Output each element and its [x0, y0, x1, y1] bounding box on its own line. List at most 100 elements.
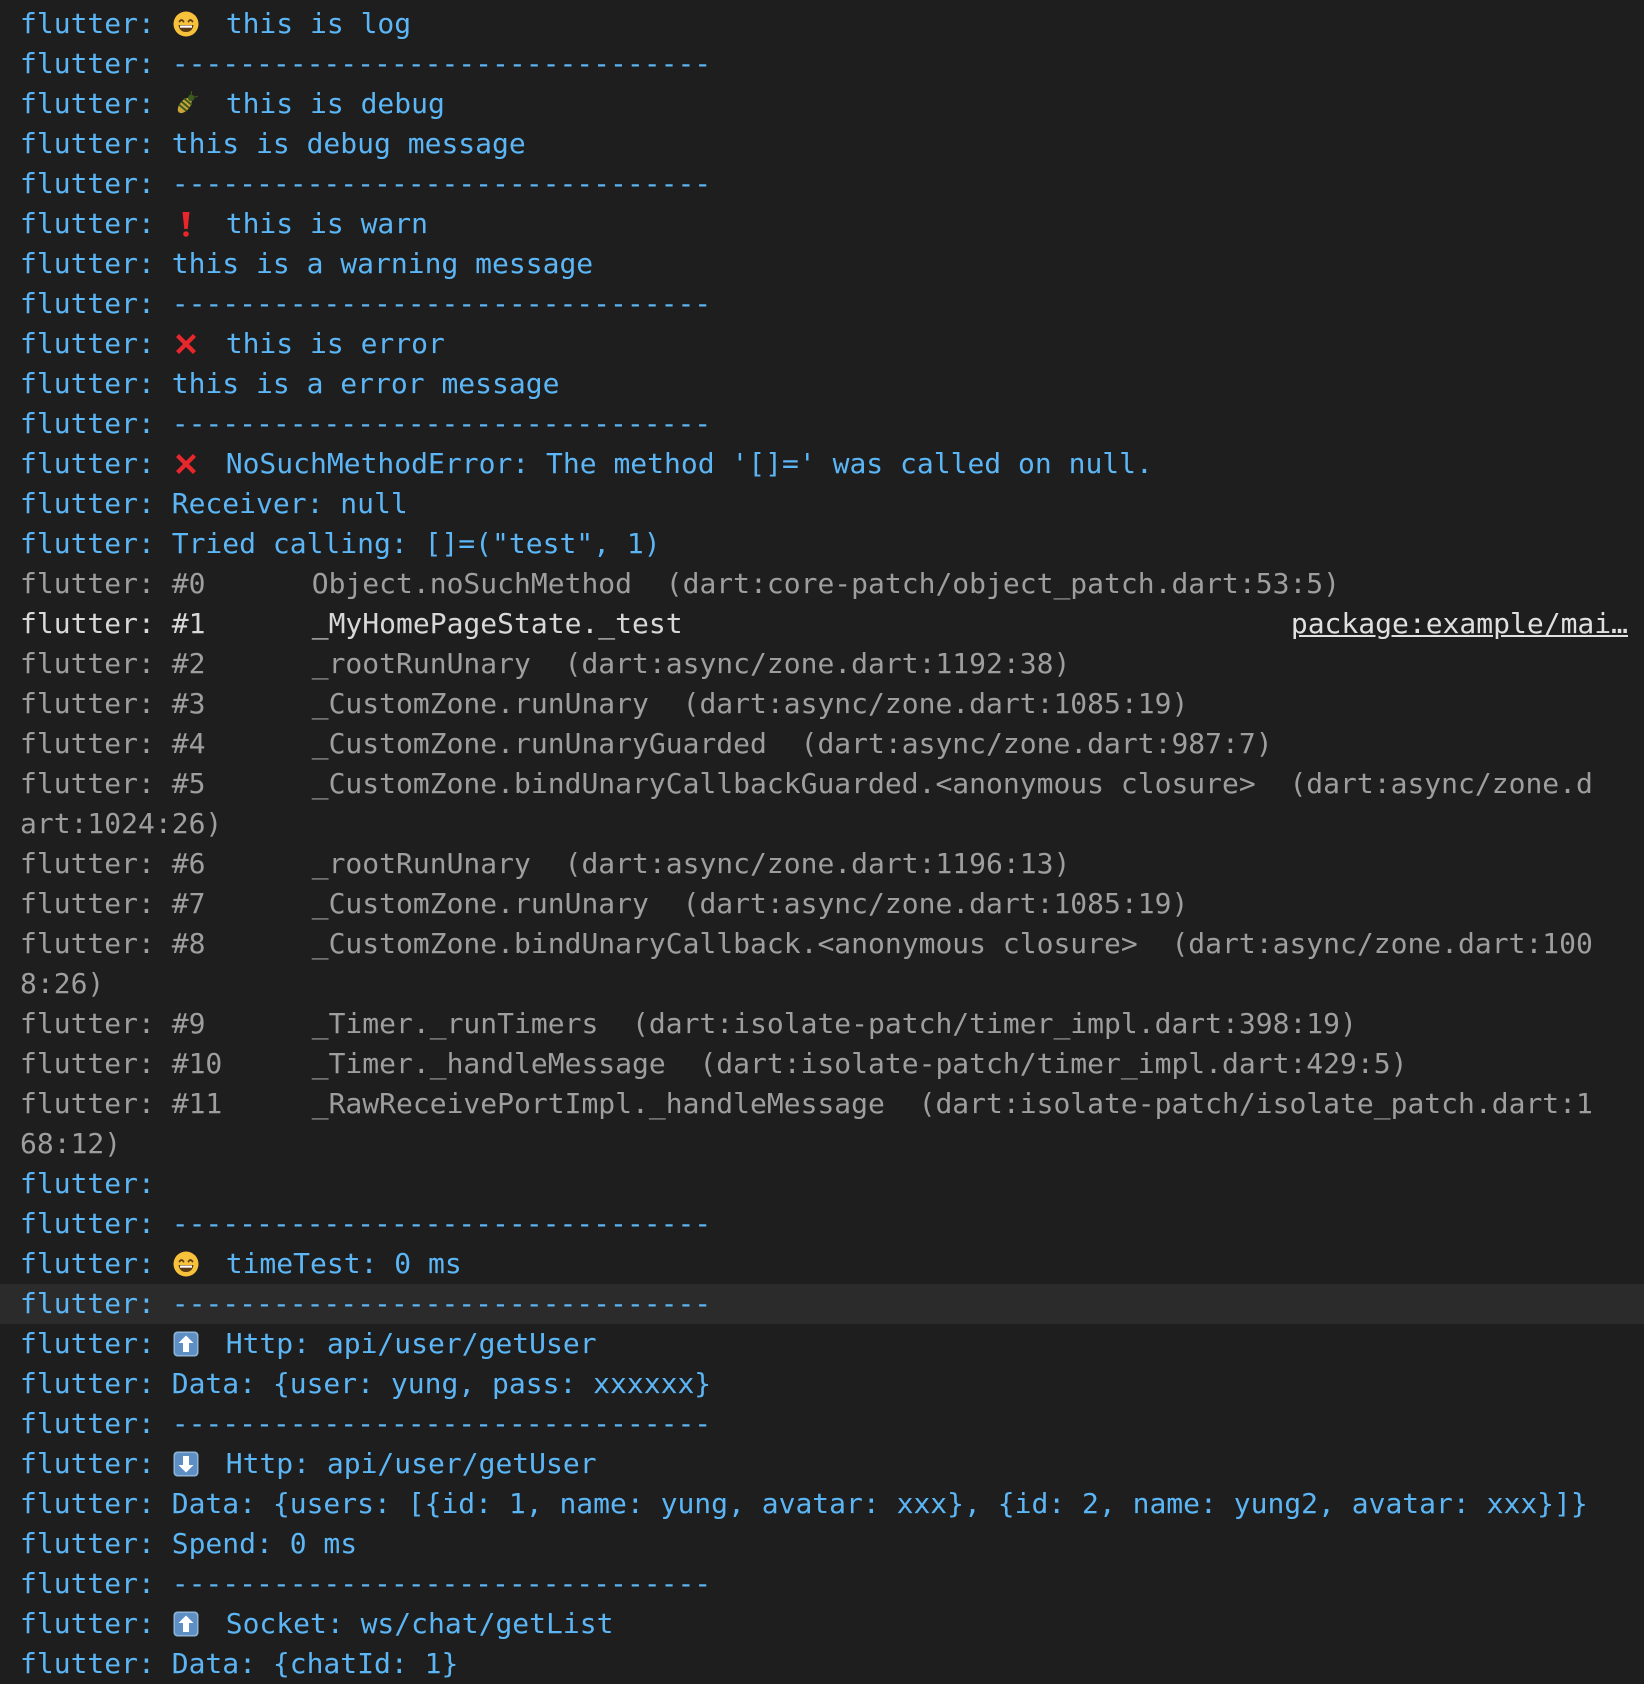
log-prefix: flutter: — [20, 47, 155, 80]
log-prefix: flutter: — [20, 687, 155, 720]
stack-frame-text: _CustomZone.runUnary (dart:async/zone.da… — [311, 887, 1189, 920]
stack-frame-text: _CustomZone.runUnary (dart:async/zone.da… — [311, 687, 1189, 720]
log-message: this is error — [225, 327, 445, 360]
cross-mark-icon — [172, 330, 200, 358]
stack-frame-text: _CustomZone.runUnaryGuarded (dart:async/… — [311, 727, 1273, 760]
up-arrow-icon — [172, 1330, 200, 1358]
log-line: flutter: Data: {user: yung, pass: xxxxxx… — [0, 1364, 1644, 1404]
log-prefix: flutter: — [20, 87, 155, 120]
stack-frame-text: _Timer._runTimers (dart:isolate-patch/ti… — [311, 1007, 1357, 1040]
stack-frame-text: _RawReceivePortImpl._handleMessage (dart… — [311, 1087, 1593, 1120]
log-prefix: flutter: — [20, 1407, 155, 1440]
log-line: flutter: -------------------------------… — [0, 1284, 1644, 1324]
log-message: this is warn — [225, 207, 429, 240]
log-message: -------------------------------- — [171, 1567, 712, 1600]
log-line: flutter: -------------------------------… — [0, 404, 1644, 444]
log-line: flutter: this is debug — [0, 84, 1644, 124]
log-line: flutter: -------------------------------… — [0, 1564, 1644, 1604]
log-line: flutter: NoSuchMethodError: The method '… — [0, 444, 1644, 484]
log-prefix: flutter: — [20, 927, 155, 960]
log-message: -------------------------------- — [171, 407, 712, 440]
console-scrollbar[interactable] — [1634, 0, 1644, 1680]
log-message: Tried calling: []=("test", 1) — [171, 527, 661, 560]
log-line: flutter: Spend: 0 ms — [0, 1524, 1644, 1564]
log-message: Data: {users: [{id: 1, name: yung, avata… — [171, 1487, 1588, 1520]
log-message: Spend: 0 ms — [171, 1527, 358, 1560]
stack-frame-number: #5 — [171, 767, 206, 800]
log-line: flutter: Socket: ws/chat/getList — [0, 1604, 1644, 1644]
log-prefix: flutter: — [20, 287, 155, 320]
stack-frame-text: _CustomZone.bindUnaryCallback.<anonymous… — [311, 927, 1593, 960]
down-arrow-icon — [172, 1450, 200, 1478]
log-message: -------------------------------- — [171, 1407, 712, 1440]
log-line: flutter: #5 _CustomZone.bindUnaryCallback… — [0, 764, 1644, 804]
log-message: this is a warning message — [171, 247, 594, 280]
log-line: flutter: Data: {users: [{id: 1, name: yu… — [0, 1484, 1644, 1524]
log-line: flutter: this is a warning message — [0, 244, 1644, 284]
log-prefix: flutter: — [20, 7, 155, 40]
stack-frame-number: #3 — [171, 687, 206, 720]
log-message: Http: api/user/getUser — [225, 1447, 597, 1480]
up-arrow-icon — [172, 1610, 200, 1638]
stack-frame-number: #11 — [171, 1087, 223, 1120]
exclamation-icon — [172, 210, 200, 238]
log-line: flutter: Receiver: null — [0, 484, 1644, 524]
log-prefix: flutter: — [20, 447, 155, 480]
stack-frame-text: Object.noSuchMethod (dart:core-patch/obj… — [311, 567, 1341, 600]
log-message: NoSuchMethodError: The method '[]=' was … — [225, 447, 1153, 480]
log-prefix: flutter: — [20, 1247, 155, 1280]
source-file-link[interactable]: package:example/mai… — [1291, 604, 1628, 644]
stack-frame-number: #9 — [171, 1007, 206, 1040]
log-prefix: flutter: — [20, 887, 155, 920]
log-line: flutter: Http: api/user/getUser — [0, 1444, 1644, 1484]
log-line: flutter: #1 _MyHomePageState._test package… — [0, 604, 1644, 644]
stack-frame-text: _rootRunUnary (dart:async/zone.dart:1196… — [311, 847, 1071, 880]
grinning-face-icon — [172, 10, 200, 38]
log-message: -------------------------------- — [171, 47, 712, 80]
log-line: flutter: Tried calling: []=("test", 1) — [0, 524, 1644, 564]
log-prefix: flutter: — [20, 1047, 155, 1080]
wrapped-text: 68:12) — [20, 1127, 122, 1160]
log-prefix: flutter: — [20, 847, 155, 880]
log-line: flutter: #3 _CustomZone.runUnary (dart:as… — [0, 684, 1644, 724]
log-prefix: flutter: — [20, 1447, 155, 1480]
log-prefix: flutter: — [20, 1607, 155, 1640]
log-prefix: flutter: — [20, 567, 155, 600]
log-line: flutter: this is error — [0, 324, 1644, 364]
log-line: flutter: timeTest: 0 ms — [0, 1244, 1644, 1284]
wrapped-text: art:1024:26) — [20, 807, 223, 840]
log-prefix: flutter: — [20, 367, 155, 400]
log-prefix: flutter: — [20, 127, 155, 160]
log-message: Data: {user: yung, pass: xxxxxx} — [171, 1367, 712, 1400]
stack-frame-number: #6 — [171, 847, 206, 880]
log-line: flutter: Data: {chatId: 1} — [0, 1644, 1644, 1684]
log-message: -------------------------------- — [171, 287, 712, 320]
log-line: flutter: -------------------------------… — [0, 44, 1644, 84]
log-prefix: flutter: — [20, 207, 155, 240]
log-line: flutter: this is log — [0, 4, 1644, 44]
log-prefix: flutter: — [20, 527, 155, 560]
log-prefix: flutter: — [20, 167, 155, 200]
stack-frame-number: #10 — [171, 1047, 223, 1080]
log-message: Http: api/user/getUser — [225, 1327, 597, 1360]
log-prefix: flutter: — [20, 1287, 155, 1320]
log-prefix: flutter: — [20, 247, 155, 280]
stack-frame-text: _MyHomePageState._test — [311, 607, 683, 640]
log-line: flutter: -------------------------------… — [0, 164, 1644, 204]
log-prefix: flutter: — [20, 647, 155, 680]
log-prefix: flutter: — [20, 327, 155, 360]
log-line-continuation: art:1024:26) — [0, 804, 1644, 844]
log-prefix: flutter: — [20, 1527, 155, 1560]
log-prefix: flutter: — [20, 767, 155, 800]
debug-console: flutter: this is log flutter: -----------… — [0, 4, 1644, 1684]
log-line: flutter: -------------------------------… — [0, 1204, 1644, 1244]
log-prefix: flutter: — [20, 407, 155, 440]
log-prefix: flutter: — [20, 727, 155, 760]
log-message: -------------------------------- — [171, 167, 712, 200]
log-message: -------------------------------- — [171, 1207, 712, 1240]
bug-icon — [172, 90, 200, 118]
log-line: flutter: #4 _CustomZone.runUnaryGuarded (… — [0, 724, 1644, 764]
log-prefix: flutter: — [20, 1327, 155, 1360]
log-prefix: flutter: — [20, 487, 155, 520]
log-message: Data: {chatId: 1} — [171, 1647, 459, 1680]
